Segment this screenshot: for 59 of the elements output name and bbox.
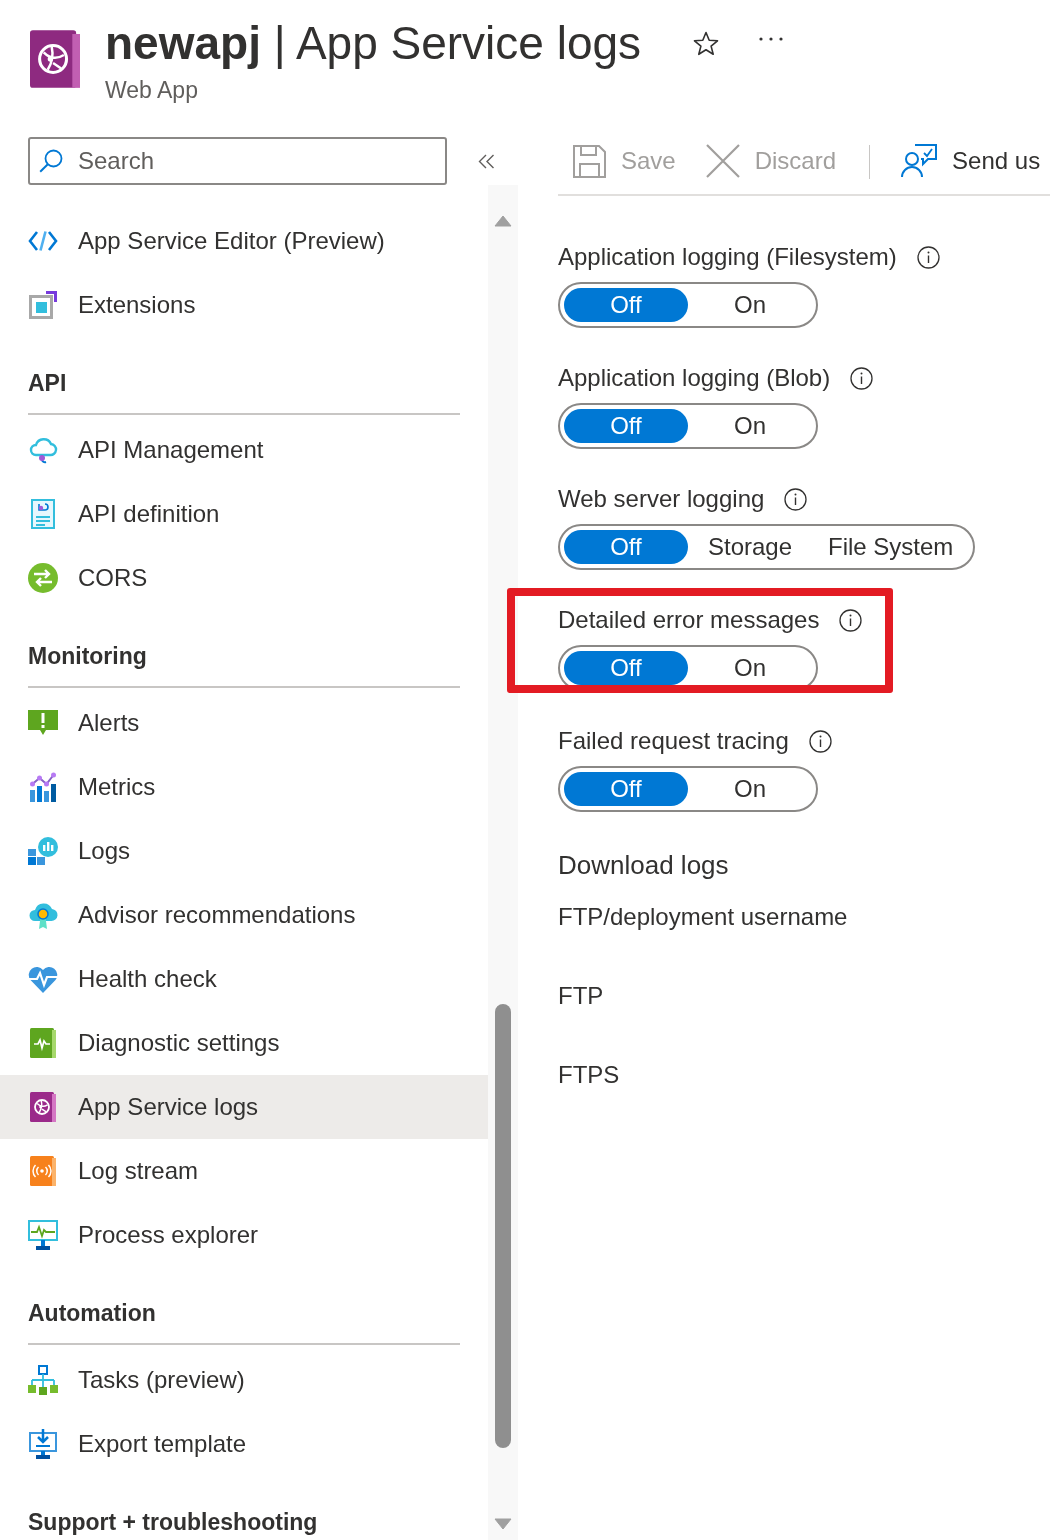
toggle-option[interactable]: File System (812, 530, 970, 564)
chart-icon (29, 772, 57, 802)
search-field[interactable]: Search (28, 137, 447, 185)
book-globe-icon (30, 1092, 56, 1122)
toggle-option[interactable]: On (688, 409, 812, 443)
chart-bubble-icon (28, 837, 58, 865)
monitor-pulse-icon (28, 1220, 58, 1250)
alert-icon (28, 710, 58, 736)
section-heading: Monitoring (28, 642, 147, 671)
toggle-option[interactable]: Off (564, 288, 688, 322)
info-icon[interactable] (839, 608, 863, 632)
toggle-option[interactable]: On (688, 772, 812, 806)
info-icon[interactable] (784, 487, 808, 511)
toggle-option[interactable]: Storage (688, 530, 812, 564)
monitor-download-icon (29, 1429, 57, 1459)
field-label: FTPS (558, 1060, 620, 1090)
save-icon (573, 144, 606, 178)
more-icon[interactable] (759, 37, 784, 41)
toggle-option[interactable]: Off (564, 530, 688, 564)
scroll-thumb[interactable] (495, 1004, 511, 1448)
nav-item[interactable]: App Service logs (0, 1075, 488, 1139)
globe-arrows-icon (28, 563, 58, 593)
page-subtitle: Web App (105, 76, 198, 105)
setting-label: Web server logging (558, 484, 765, 514)
setting-label: Failed request tracing (558, 726, 789, 756)
toggle-option[interactable]: On (688, 288, 812, 322)
setting-label: Detailed error messages (558, 605, 820, 635)
setting-label: Application logging (Blob) (558, 363, 831, 393)
info-icon[interactable] (916, 245, 940, 269)
section-title: Download logs (558, 849, 729, 881)
close-icon (705, 144, 740, 178)
field-label: FTP/deployment username (558, 902, 848, 932)
star-icon[interactable] (693, 30, 720, 56)
document-icon (31, 499, 55, 529)
extension-icon (29, 291, 57, 319)
heart-pulse-icon (28, 965, 58, 993)
book-signal-icon (30, 1156, 56, 1186)
field-label: FTP (558, 981, 604, 1011)
search-icon (39, 149, 63, 173)
cloud-icon (28, 436, 58, 464)
toggle-option[interactable]: On (688, 651, 812, 685)
page-title: newapj | App Service logs (105, 16, 642, 71)
info-icon[interactable] (850, 366, 874, 390)
toggle-option[interactable]: Off (564, 651, 688, 685)
info-icon[interactable] (808, 729, 832, 753)
section-heading: API (28, 369, 67, 398)
feedback-button[interactable]: Send us (901, 142, 1041, 180)
code-icon (28, 230, 58, 252)
toggle-option[interactable]: Off (564, 409, 688, 443)
person-chat-icon (901, 144, 938, 178)
section-heading: Automation (28, 1299, 156, 1328)
section-heading: Support + troubleshooting (28, 1508, 318, 1537)
book-pulse-icon (30, 1028, 56, 1058)
double-chevron-icon[interactable] (478, 153, 495, 169)
toggle-option[interactable]: Off (564, 772, 688, 806)
cloud-ribbon-icon (28, 900, 58, 930)
setting-label: Application logging (Filesystem) (558, 242, 897, 272)
book-globe-icon (30, 30, 80, 88)
hierarchy-icon (28, 1365, 58, 1395)
